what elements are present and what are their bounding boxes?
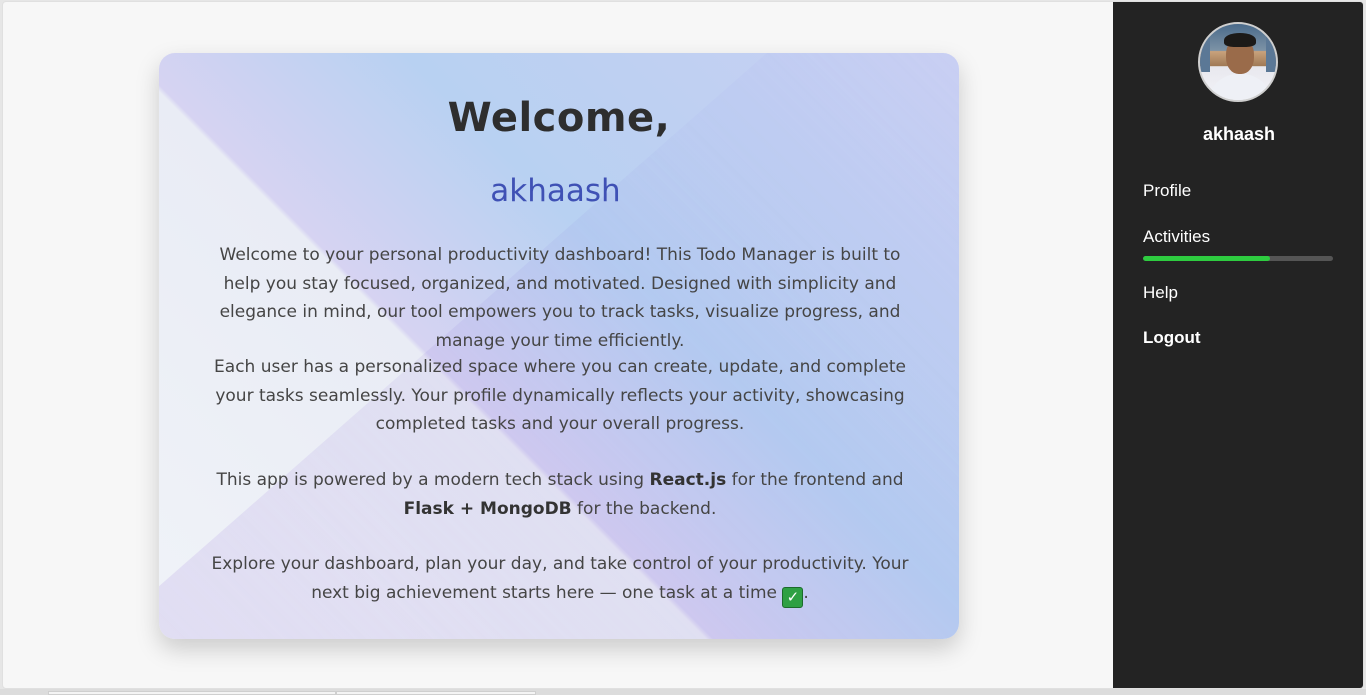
check-mark-icon: ✓ [782,586,804,608]
sidebar-item-help[interactable]: Help [1143,283,1178,303]
activities-progress-bar [1143,256,1333,261]
intro-paragraph: Welcome to your personal productivity da… [219,245,901,351]
taskbar-segment [336,691,536,695]
sidebar-username: akhaash [1202,124,1276,144]
app-window: Welcome, akhaash Welcome to your persona… [2,1,1364,689]
sidebar: akhaash Profile Activities Help Logout [1113,2,1363,688]
taskbar-segment [48,691,336,695]
personalization-paragraph: Each user has a personalized space where… [214,357,906,434]
sidebar-item-activities[interactable]: Activities [1143,227,1210,247]
closing-period: . [803,582,809,603]
activities-progress-fill [1143,256,1271,261]
tech-flask-mongodb: Flask + MongoDB [403,498,572,519]
avatar-bookshelf-left [1200,24,1210,72]
avatar-shirt [1208,74,1272,100]
tech-react: React.js [649,470,727,490]
welcome-username: akhaash [490,173,621,209]
tech-stack-text-middle: for the frontend and [726,470,904,490]
closing-paragraph: Explore your dashboard, plan your day, a… [205,550,915,608]
tech-stack-text-start: This app is powered by a modern tech sta… [216,470,650,490]
taskbar-edge [0,689,1366,695]
welcome-card: Welcome, akhaash Welcome to your persona… [159,53,959,639]
tech-stack-paragraph: This app is powered by a modern tech sta… [205,466,915,523]
avatar[interactable] [1198,22,1278,102]
tech-stack-text-end: for the backend. [571,498,717,519]
logout-button[interactable]: Logout [1143,328,1201,348]
avatar-hair [1224,33,1256,47]
sidebar-item-profile[interactable]: Profile [1143,181,1191,201]
welcome-heading: Welcome, [447,95,671,141]
avatar-bookshelf-right [1266,24,1276,72]
